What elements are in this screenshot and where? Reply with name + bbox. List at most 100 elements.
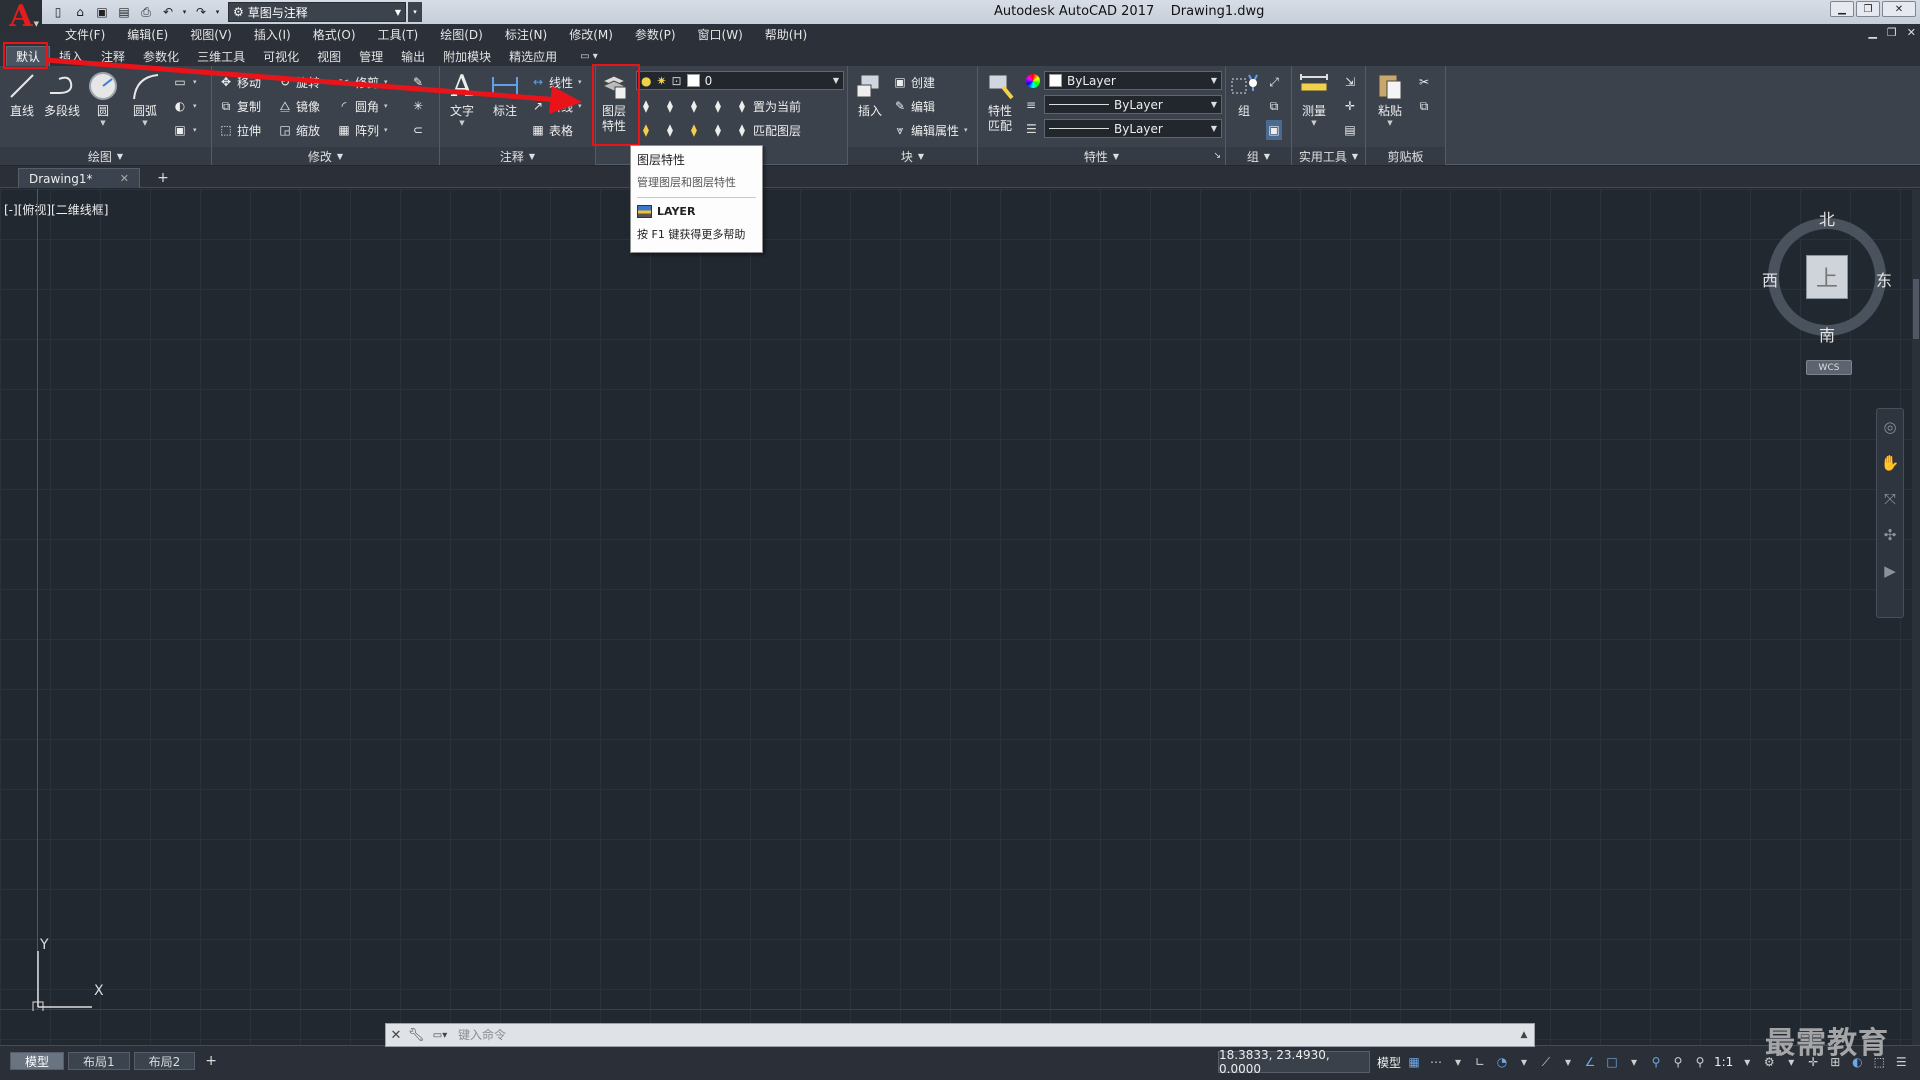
panel-annotation-title[interactable]: 注释 ▼ (440, 147, 595, 165)
ortho-icon[interactable]: ∟ (1472, 1054, 1488, 1070)
file-tab-drawing1[interactable]: Drawing1* ✕ (18, 168, 140, 188)
polyline-button[interactable]: 多段线 (42, 70, 82, 119)
new-file-icon[interactable]: ▯ (48, 3, 68, 21)
panel-clipboard-title[interactable]: 剪贴板 (1366, 147, 1445, 165)
copy-button[interactable]: ⧉ 复制 (218, 96, 261, 116)
edit-attributes-button[interactable]: ⩔ 编辑属性 ▾ (892, 120, 968, 140)
polar-tracking-icon[interactable]: ◔ (1494, 1054, 1510, 1070)
match-layer-button[interactable]: ⧫ 匹配图层 (734, 120, 801, 140)
line-button[interactable]: 直线 (2, 70, 42, 119)
compass-east[interactable]: 东 (1876, 267, 1892, 291)
menu-view[interactable]: 视图(V) (179, 26, 243, 43)
layer-isolate-button[interactable]: ⧫ (662, 96, 678, 116)
panel-draw-title[interactable]: 绘图 ▼ (0, 147, 211, 165)
command-input[interactable] (454, 1025, 1514, 1045)
dimension-button[interactable]: 标注 (485, 70, 525, 119)
tab-3d-tools[interactable]: 三维工具 (188, 46, 254, 66)
menu-insert[interactable]: 插入(I) (243, 26, 302, 43)
tab-featured-apps[interactable]: 精选应用 (500, 46, 566, 66)
panel-utilities-title[interactable]: 实用工具 ▼ (1292, 147, 1365, 165)
chevron-up-icon[interactable]: ▲ (1514, 1030, 1534, 1040)
object-snap-icon[interactable]: □ (1604, 1054, 1620, 1070)
rotate-button[interactable]: ↻ 旋转 (277, 72, 320, 92)
annotation-scale-icon[interactable]: ⚲ (1692, 1054, 1708, 1070)
wcs-menu-button[interactable]: WCS (1806, 360, 1852, 375)
panel-modify-title[interactable]: 修改 ▼ (212, 147, 439, 165)
leader-button[interactable]: ↗ 引线 ▾ (530, 96, 582, 116)
fillet-button[interactable]: ◜ 圆角 ▾ (336, 96, 388, 116)
open-file-icon[interactable]: ⌂ (70, 3, 90, 21)
viewport-controls-label[interactable]: [-][俯视][二维线框] (4, 201, 108, 218)
tab-addins[interactable]: 附加模块 (434, 46, 500, 66)
tab-output[interactable]: 输出 (392, 46, 434, 66)
viewcube[interactable]: 上 北 南 西 东 WCS (1762, 200, 1892, 380)
drawing-area[interactable]: [-][俯视][二维线框] Y X (0, 189, 1912, 1045)
showmotion-icon[interactable]: ▶ (1880, 561, 1900, 581)
panel-block-title[interactable]: 块 ▼ (848, 147, 977, 165)
move-button[interactable]: ✥ 移动 (218, 72, 261, 92)
menu-window[interactable]: 窗口(W) (687, 26, 754, 43)
zoom-extents-icon[interactable]: ⤧ (1880, 489, 1900, 509)
lineweight-dropdown[interactable]: ByLayer ▼ (1044, 119, 1222, 138)
text-button[interactable]: A 文字 ▼ (442, 69, 482, 128)
layer-unlock-button[interactable]: ⧫ (710, 120, 726, 140)
layer-on-button[interactable]: ⧫ (638, 120, 654, 140)
ribbon-options-icon[interactable]: ▭ ▾ (580, 46, 598, 66)
object-snap-tracking-icon[interactable]: ∠ (1582, 1054, 1598, 1070)
undo-icon[interactable]: ↶ (158, 3, 178, 21)
redo-dropdown-icon[interactable]: ▾ (213, 3, 222, 21)
close-icon[interactable]: ✕ (386, 1025, 406, 1045)
group-button[interactable]: 组 (1226, 70, 1262, 119)
tab-visualize[interactable]: 可视化 (254, 46, 308, 66)
group-select-button[interactable]: ▣ (1266, 120, 1282, 140)
linear-button[interactable]: ↔ 线性 ▾ (530, 72, 582, 92)
calculator-button[interactable]: ▤ (1342, 120, 1358, 140)
auto-scale-icon[interactable]: ⚲ (1670, 1054, 1686, 1070)
grid-icon[interactable]: ▦ (1406, 1054, 1422, 1070)
layer-off-button[interactable]: ⧫ (638, 96, 654, 116)
rectangle-button[interactable]: ▭ ▾ (172, 72, 196, 92)
trim-button[interactable]: ✂ 修剪 ▾ (336, 72, 388, 92)
match-properties-button[interactable]: 特性 匹配 (978, 70, 1022, 134)
tab-parametric[interactable]: 参数化 (134, 46, 188, 66)
compass-south[interactable]: 南 (1819, 322, 1835, 346)
explode-button[interactable]: ✳ (410, 96, 426, 116)
close-icon[interactable]: ✕ (120, 172, 129, 185)
layer-thaw-button[interactable]: ⧫ (686, 120, 702, 140)
arc-button[interactable]: 圆弧 ▼ (125, 70, 165, 127)
orbit-icon[interactable]: ✣ (1880, 525, 1900, 545)
chevron-down-icon[interactable]: ▾ (1560, 1054, 1576, 1070)
menu-dimension[interactable]: 标注(N) (494, 26, 558, 43)
command-prompt-icon[interactable]: ▭▾ (426, 1025, 454, 1045)
restore-icon[interactable]: ❐ (1856, 1, 1880, 17)
qat-customize-icon[interactable]: ▾ (408, 2, 422, 22)
pan-hand-icon[interactable]: ✋ (1880, 453, 1900, 473)
save-as-icon[interactable]: ▤ (114, 3, 134, 21)
doc-minimize-icon[interactable]: ▁ (1868, 26, 1876, 39)
close-icon[interactable]: ✕ (1882, 1, 1916, 17)
chevron-down-icon[interactable]: ▾ (1516, 1054, 1532, 1070)
group-edit-button[interactable]: ⧉ (1266, 96, 1282, 116)
color-dropdown[interactable]: ByLayer ▼ (1044, 71, 1222, 90)
point-id-button[interactable]: ✛ (1342, 96, 1358, 116)
offset-button[interactable]: ⊂ (410, 120, 426, 140)
snap-icon[interactable]: ⋯ (1428, 1054, 1444, 1070)
annotation-scale-value[interactable]: 1:1 (1714, 1055, 1733, 1069)
tab-insert[interactable]: 插入 (50, 46, 92, 66)
cut-button[interactable]: ✂ (1416, 72, 1432, 92)
ungroup-button[interactable]: ⤢ (1266, 72, 1282, 92)
isodraft-icon[interactable]: ⟋ (1538, 1054, 1554, 1070)
panel-groups-title[interactable]: 组 ▼ (1226, 147, 1291, 165)
doc-close-icon[interactable]: ✕ (1907, 26, 1916, 39)
menu-draw[interactable]: 绘图(D) (429, 26, 494, 43)
mirror-button[interactable]: ⧋ 镜像 (277, 96, 320, 116)
menu-help[interactable]: 帮助(H) (754, 26, 818, 43)
set-current-button[interactable]: ⧫ 置为当前 (734, 96, 801, 116)
panel-properties-title[interactable]: 特性 ▼ ↘ (978, 147, 1225, 165)
erase-button[interactable]: ✎ (410, 72, 426, 92)
model-space-button[interactable]: 模型 (1374, 1051, 1404, 1073)
undo-dropdown-icon[interactable]: ▾ (180, 3, 189, 21)
vertical-scrollbar[interactable] (1912, 189, 1920, 1045)
menu-tools[interactable]: 工具(T) (367, 26, 430, 43)
layer-lock-button[interactable]: ⧫ (710, 96, 726, 116)
